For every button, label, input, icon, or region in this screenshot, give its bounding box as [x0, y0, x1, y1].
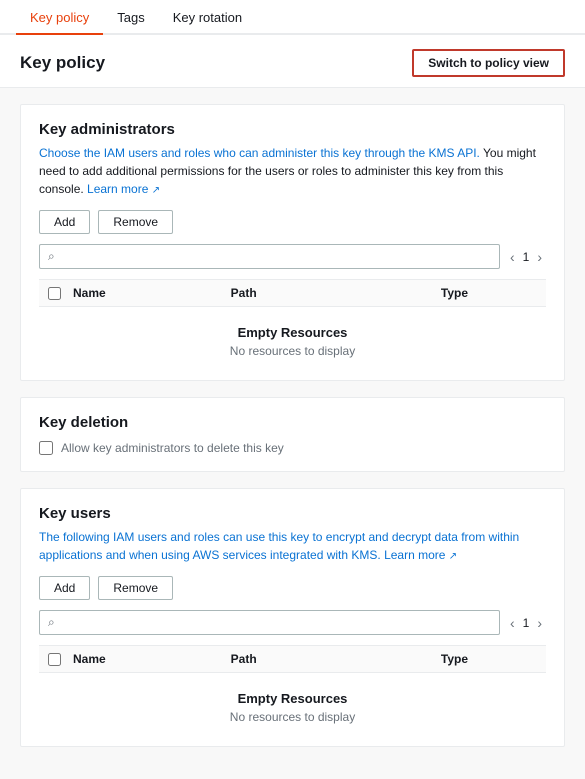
- key-administrators-page-num: 1: [523, 250, 530, 264]
- key-administrators-prev-btn[interactable]: ‹: [506, 249, 519, 265]
- key-users-search-row: ⌕ ‹ 1 ›: [39, 610, 546, 635]
- key-administrators-remove-button[interactable]: Remove: [98, 210, 173, 234]
- key-administrators-section: Key administrators Choose the IAM users …: [20, 104, 565, 381]
- key-users-pagination: ‹ 1 ›: [506, 615, 546, 631]
- key-administrators-col-type: Type: [441, 286, 546, 300]
- switch-to-policy-view-button[interactable]: Switch to policy view: [412, 49, 565, 77]
- key-deletion-section: Key deletion Allow key administrators to…: [20, 397, 565, 472]
- key-administrators-search-row: ⌕ ‹ 1 ›: [39, 244, 546, 269]
- key-users-learn-more-link[interactable]: Learn more ↗: [384, 548, 457, 562]
- key-administrators-col-name: Name: [69, 286, 231, 300]
- key-users-table-header: Name Path Type: [39, 645, 546, 673]
- key-administrators-title: Key administrators: [39, 121, 546, 138]
- key-users-prev-btn[interactable]: ‹: [506, 615, 519, 631]
- page-title: Key policy: [20, 53, 105, 73]
- main-content: Key administrators Choose the IAM users …: [0, 88, 585, 779]
- page-wrapper: Key policy Tags Key rotation Key policy …: [0, 0, 585, 779]
- key-administrators-table-header: Name Path Type: [39, 279, 546, 307]
- key-administrators-empty-title: Empty Resources: [39, 325, 546, 340]
- key-users-empty-title: Empty Resources: [39, 691, 546, 706]
- key-administrators-learn-more-link[interactable]: Learn more ↗: [87, 182, 160, 196]
- key-deletion-content: Allow key administrators to delete this …: [39, 441, 546, 455]
- key-administrators-select-all-checkbox[interactable]: [48, 287, 61, 300]
- tabs-bar: Key policy Tags Key rotation: [0, 0, 585, 35]
- tab-key-policy[interactable]: Key policy: [16, 0, 103, 35]
- key-users-section: Key users The following IAM users and ro…: [20, 488, 565, 747]
- key-administrators-next-btn[interactable]: ›: [533, 249, 546, 265]
- key-users-search-wrap[interactable]: ⌕: [39, 610, 500, 635]
- key-users-btn-row: Add Remove: [39, 576, 546, 600]
- key-administrators-description: Choose the IAM users and roles who can a…: [39, 144, 546, 198]
- key-users-description: The following IAM users and roles can us…: [39, 528, 546, 564]
- key-deletion-checkbox[interactable]: [39, 441, 53, 455]
- key-users-empty-sub: No resources to display: [39, 710, 546, 724]
- key-users-title: Key users: [39, 505, 546, 522]
- page-header: Key policy Switch to policy view: [0, 35, 585, 88]
- key-administrators-search-input[interactable]: [59, 249, 491, 264]
- key-administrators-col-check: [39, 287, 69, 300]
- key-deletion-title: Key deletion: [39, 414, 546, 431]
- search-icon: ⌕: [48, 249, 55, 264]
- key-administrators-add-button[interactable]: Add: [39, 210, 90, 234]
- key-users-page-num: 1: [523, 616, 530, 630]
- search-icon: ⌕: [48, 615, 55, 630]
- key-administrators-btn-row: Add Remove: [39, 210, 546, 234]
- key-users-search-input[interactable]: [59, 615, 491, 630]
- key-administrators-search-wrap[interactable]: ⌕: [39, 244, 500, 269]
- key-administrators-desc-text: Choose the IAM users and roles who can a…: [39, 146, 480, 160]
- key-users-table-empty: Empty Resources No resources to display: [39, 673, 546, 730]
- key-deletion-checkbox-label: Allow key administrators to delete this …: [61, 441, 284, 455]
- key-users-add-button[interactable]: Add: [39, 576, 90, 600]
- key-administrators-table-empty: Empty Resources No resources to display: [39, 307, 546, 364]
- key-administrators-pagination: ‹ 1 ›: [506, 249, 546, 265]
- key-administrators-col-path: Path: [231, 286, 441, 300]
- key-users-next-btn[interactable]: ›: [533, 615, 546, 631]
- tab-key-rotation[interactable]: Key rotation: [159, 0, 256, 35]
- tab-tags[interactable]: Tags: [103, 0, 158, 35]
- key-deletion-checkbox-row: Allow key administrators to delete this …: [39, 441, 546, 455]
- key-users-remove-button[interactable]: Remove: [98, 576, 173, 600]
- key-administrators-empty-sub: No resources to display: [39, 344, 546, 358]
